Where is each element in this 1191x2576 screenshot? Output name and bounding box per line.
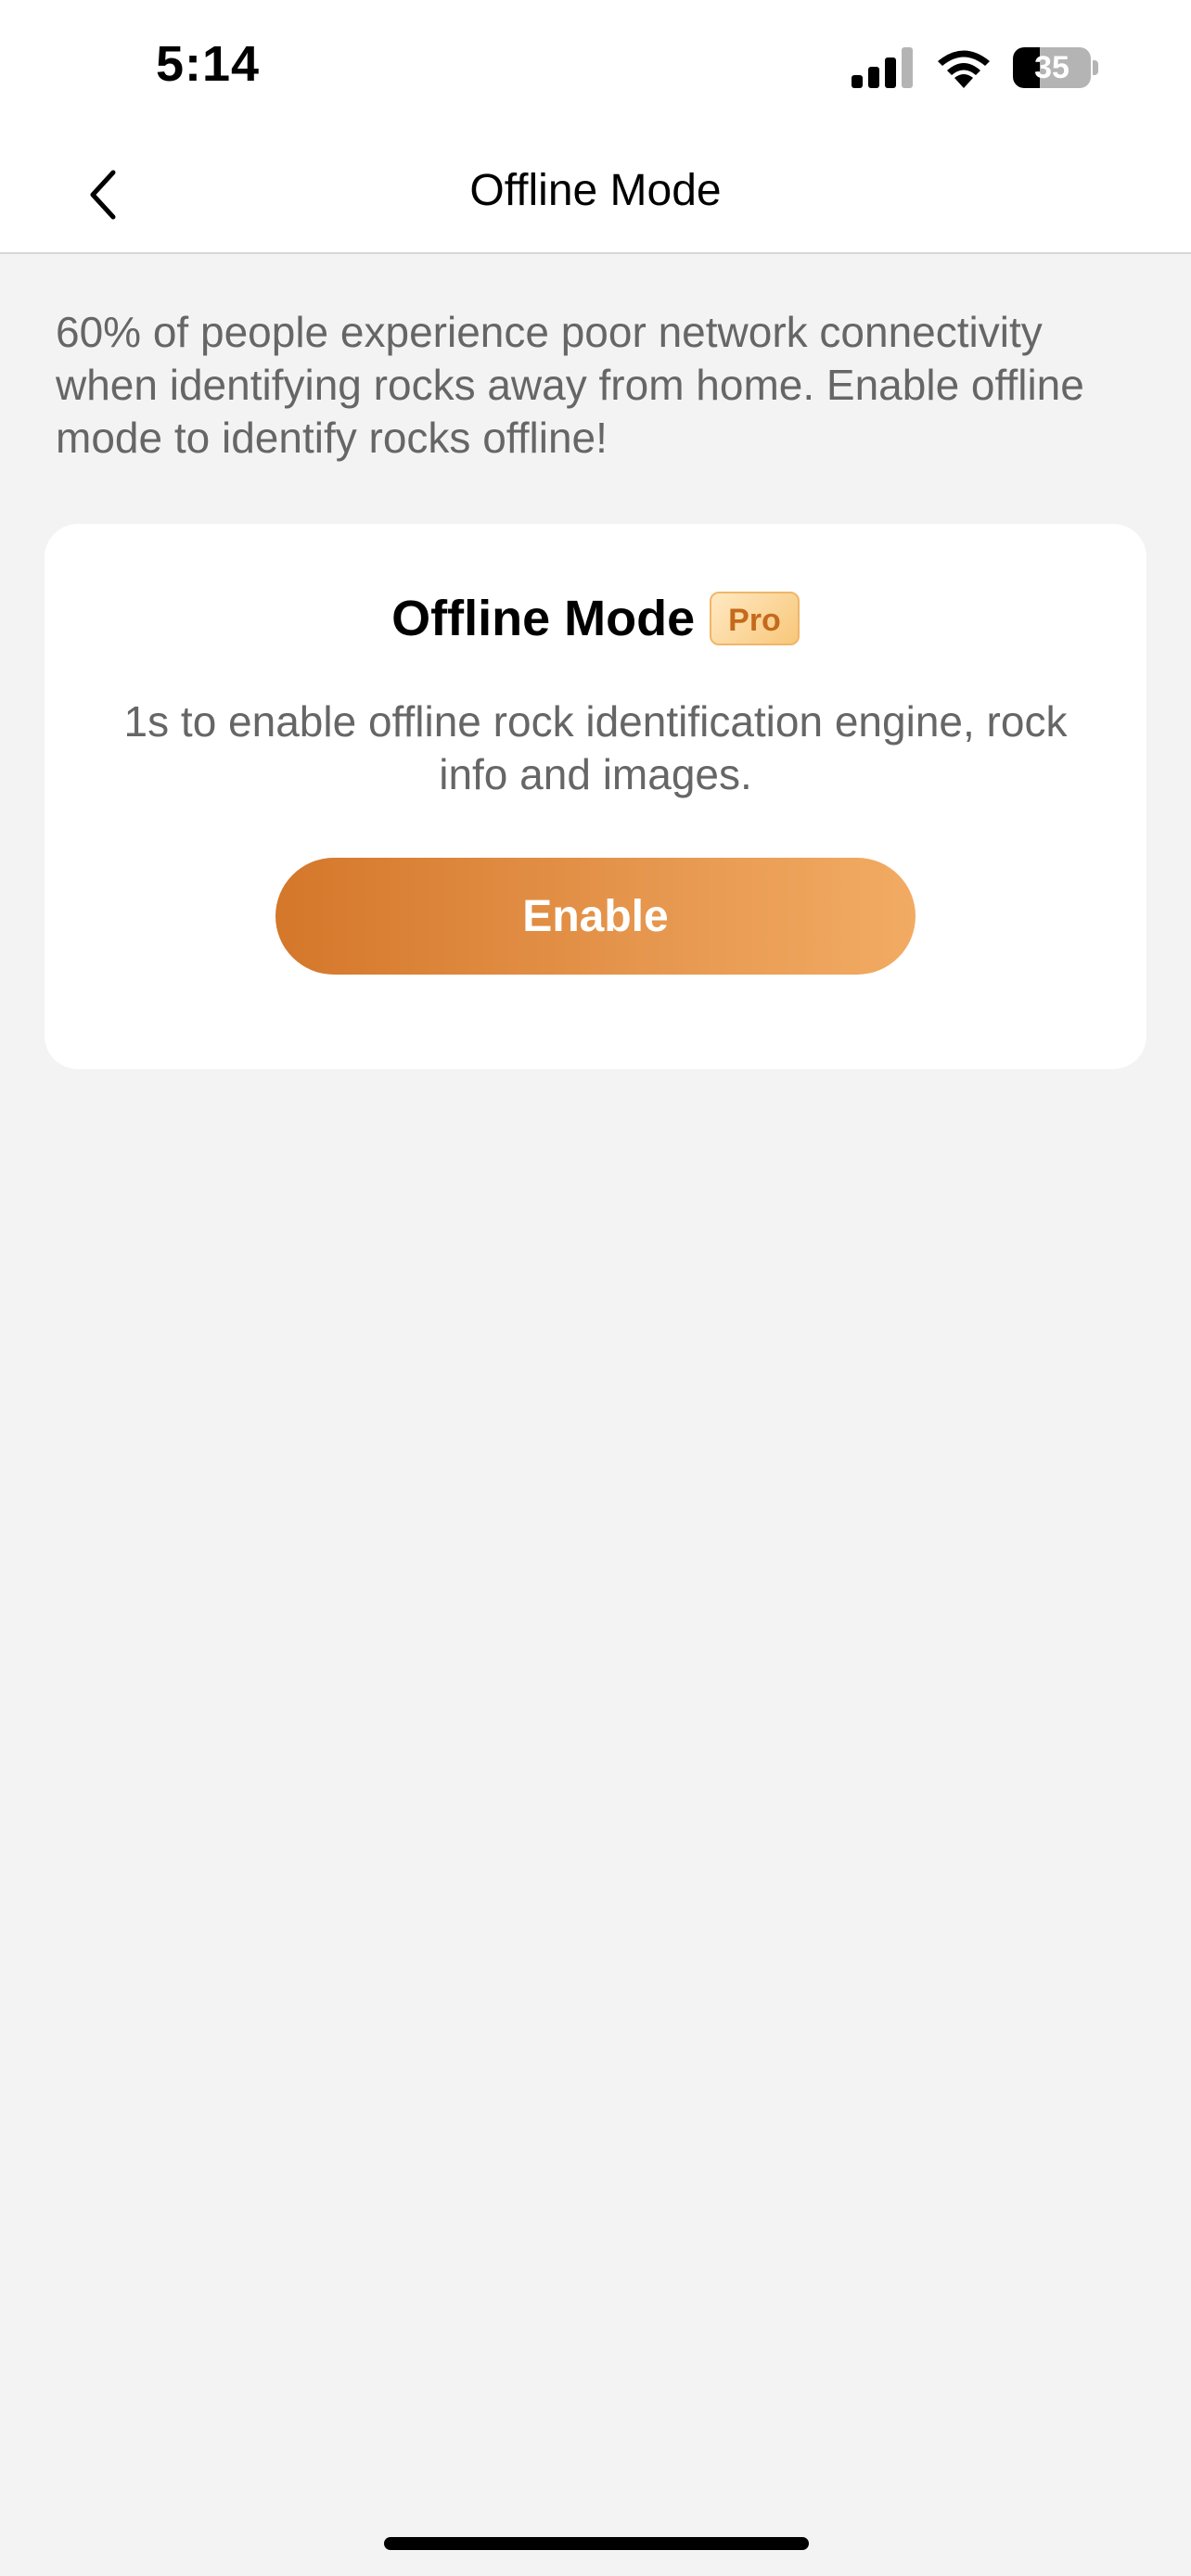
status-icons: 35 bbox=[852, 46, 1098, 89]
status-bar: 5:14 35 bbox=[0, 0, 1191, 139]
enable-button[interactable]: Enable bbox=[275, 858, 916, 975]
card-description: 1s to enable offline rock identification… bbox=[123, 697, 1068, 798]
page-title: Offline Mode bbox=[469, 166, 722, 215]
card-title-row: Offline Mode Pro bbox=[45, 589, 1146, 648]
battery-level: 35 bbox=[1034, 50, 1069, 85]
pro-badge: Pro bbox=[710, 592, 800, 645]
signal-icon bbox=[852, 47, 913, 88]
intro-text: 60% of people experience poor network co… bbox=[56, 308, 1084, 462]
chevron-left-icon bbox=[90, 170, 116, 220]
wifi-icon bbox=[938, 50, 990, 88]
battery-icon: 35 bbox=[1013, 46, 1098, 89]
nav-bar: Offline Mode bbox=[0, 139, 1191, 254]
back-button[interactable] bbox=[65, 158, 139, 232]
offline-mode-card: Offline Mode Pro 1s to enable offline ro… bbox=[45, 524, 1146, 1069]
home-indicator bbox=[384, 2537, 809, 2550]
status-time: 5:14 bbox=[156, 36, 261, 92]
card-title: Offline Mode bbox=[391, 591, 696, 646]
